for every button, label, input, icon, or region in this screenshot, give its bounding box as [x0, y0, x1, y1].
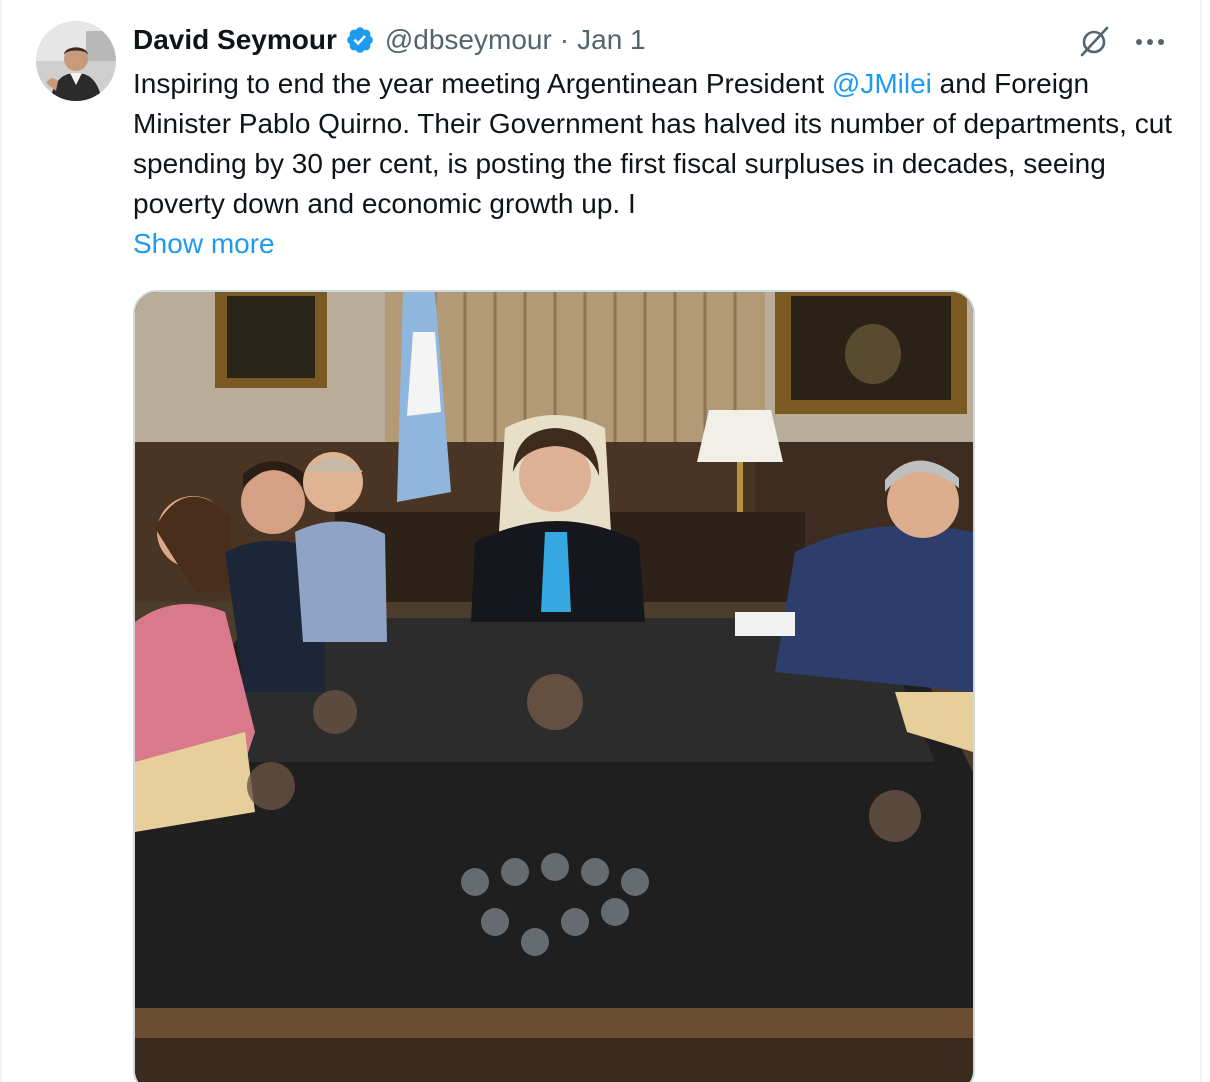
photo-meeting-image: [135, 292, 973, 1082]
display-name[interactable]: David Seymour: [133, 24, 337, 56]
avatar[interactable]: [36, 21, 116, 101]
mention-link[interactable]: @JMilei: [832, 68, 932, 99]
grok-icon[interactable]: [1076, 24, 1112, 60]
tweet-date[interactable]: Jan 1: [577, 24, 646, 56]
tweet-photo[interactable]: [133, 290, 975, 1082]
tweet-header: David Seymour @dbseymour · Jan 1: [133, 18, 646, 62]
user-handle[interactable]: @dbseymour: [385, 24, 552, 56]
verified-badge-icon: [345, 25, 375, 55]
column-border-right: [1200, 0, 1202, 1082]
tweet-text: Inspiring to end the year meeting Argent…: [133, 64, 1183, 224]
tweet-actions: [1076, 24, 1168, 60]
more-options-icon[interactable]: [1132, 24, 1168, 60]
avatar-image: [36, 21, 116, 101]
show-more-link[interactable]: Show more: [133, 224, 275, 264]
separator-dot: ·: [559, 24, 570, 55]
tweet[interactable]: David Seymour @dbseymour · Jan 1 Inspiri: [0, 0, 1200, 1082]
tweet-text-part1: Inspiring to end the year meeting Argent…: [133, 68, 832, 99]
